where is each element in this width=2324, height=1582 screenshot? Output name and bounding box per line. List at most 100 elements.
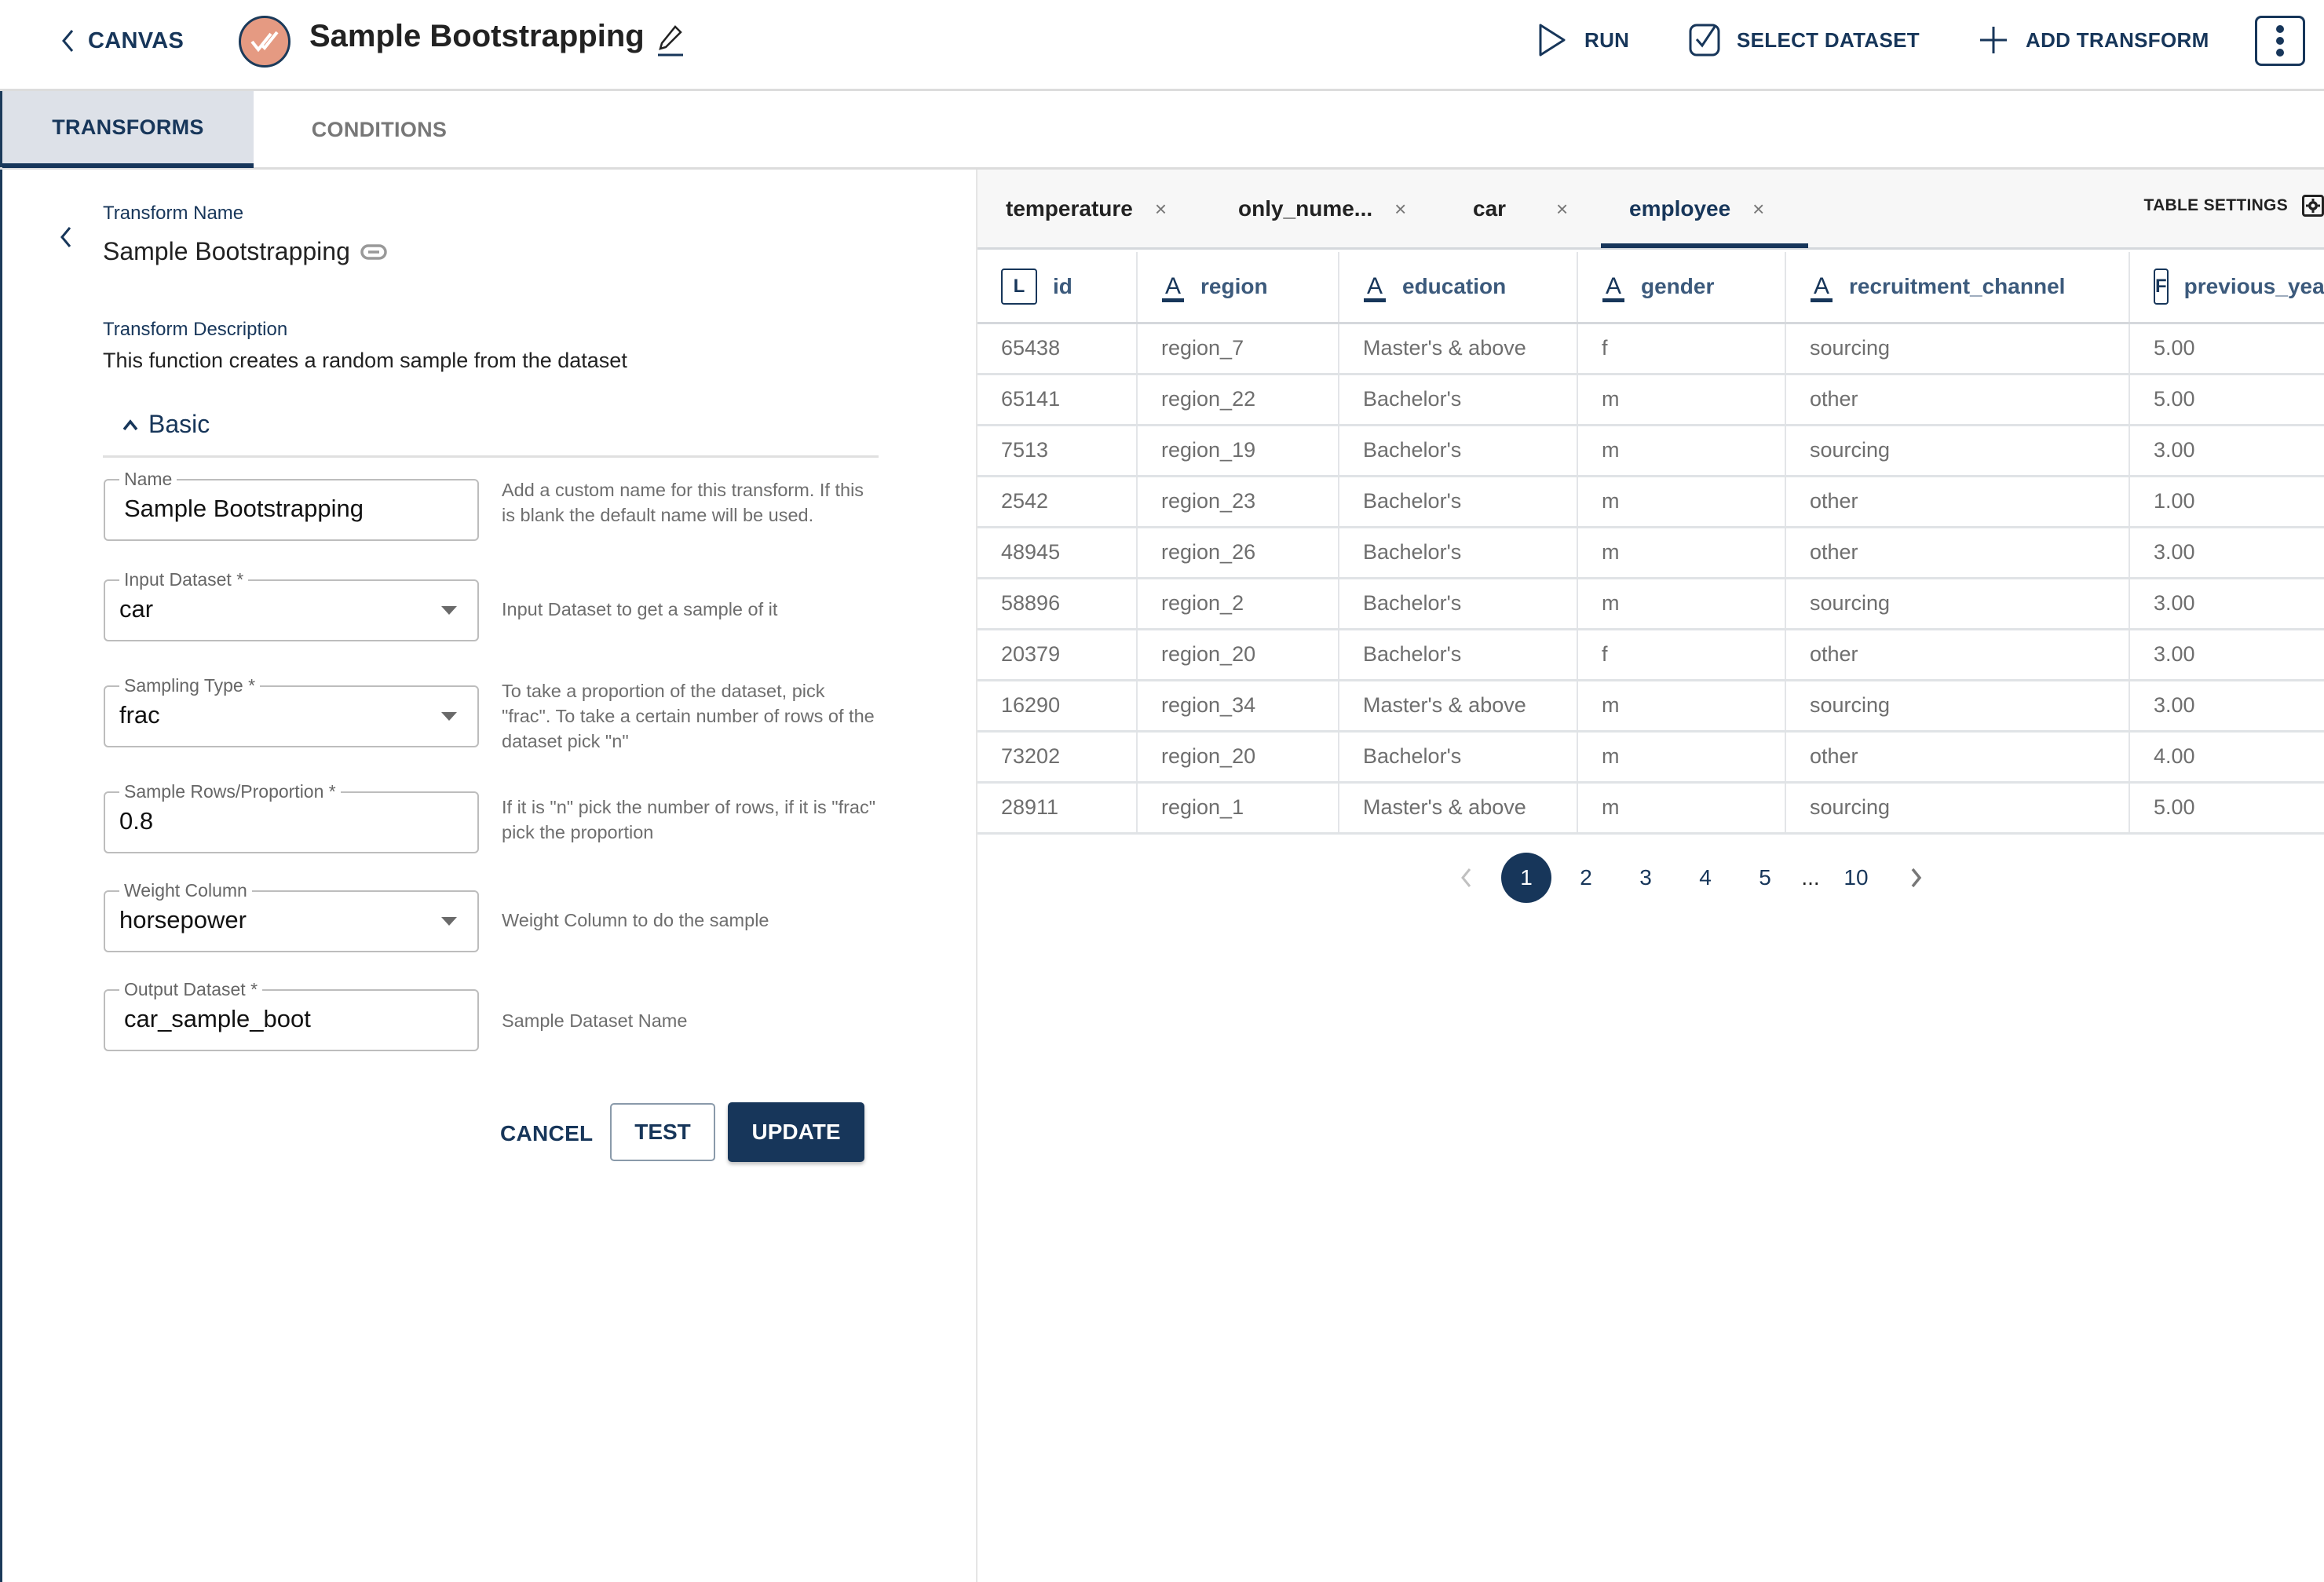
table-cell: m xyxy=(1577,578,1786,630)
table-cell: Bachelor's xyxy=(1339,578,1578,630)
tab-conditions[interactable]: CONDITIONS xyxy=(254,91,505,168)
output-dataset-label: Output Dataset * xyxy=(119,979,263,999)
weight-column-help: Weight Column to do the sample xyxy=(502,910,769,930)
page-button-3[interactable]: 3 xyxy=(1616,853,1675,903)
column-header-education[interactable]: Aeducation xyxy=(1339,252,1578,324)
table-cell: sourcing xyxy=(1785,323,2130,375)
dataset-tabs: temperature × only_nume... × car × emplo… xyxy=(977,170,2324,250)
table-cell: 28911 xyxy=(977,782,1138,835)
name-field-label: Name xyxy=(119,469,177,489)
weight-column-select[interactable]: Weight Column horsepower xyxy=(104,880,479,952)
column-header-recruitment-channel[interactable]: Arecruitment_channel xyxy=(1785,252,2130,324)
sampling-type-select[interactable]: Sampling Type * frac xyxy=(104,675,479,747)
next-page-button[interactable] xyxy=(1886,853,1946,903)
column-header-previous-year-rating[interactable]: Fprevious_year_rating xyxy=(2129,252,2324,324)
basic-section-label: Basic xyxy=(148,410,210,438)
sample-proportion-input[interactable] xyxy=(119,807,433,835)
table-header-row: Lid Aregion Aeducation Agender Arecruitm… xyxy=(977,252,2324,324)
table-cell: Master's & above xyxy=(1339,782,1578,835)
dropdown-caret-icon xyxy=(441,917,457,926)
page-button-5[interactable]: 5 xyxy=(1735,853,1795,903)
table-row[interactable]: 58896 region_2 Bachelor's m sourcing 3.00 xyxy=(977,578,2324,630)
table-cell: 58896 xyxy=(977,578,1138,630)
page-button-10[interactable]: 10 xyxy=(1826,853,1886,903)
table-row[interactable]: 48945 region_26 Bachelor's m other 3.00 xyxy=(977,527,2324,579)
table-cell: 4.00 xyxy=(2129,731,2324,784)
table-cell: m xyxy=(1577,731,1786,784)
name-input[interactable] xyxy=(124,495,438,523)
table-row[interactable]: 73202 region_20 Bachelor's m other 4.00 xyxy=(977,731,2324,784)
weight-column-label: Weight Column xyxy=(119,880,252,901)
table-settings-label: TABLE SETTINGS xyxy=(2143,196,2288,214)
sampling-type-value: frac xyxy=(119,701,160,729)
transform-logo xyxy=(239,16,290,68)
close-icon[interactable]: × xyxy=(1394,197,1406,221)
test-button[interactable]: TEST xyxy=(610,1103,715,1161)
table-cell: 3.00 xyxy=(2129,425,2324,477)
page-button-2[interactable]: 2 xyxy=(1556,853,1616,903)
table-row[interactable]: 65141 region_22 Bachelor's m other 5.00 xyxy=(977,374,2324,426)
table-row[interactable]: 28911 region_1 Master's & above m sourcing 5.… xyxy=(977,782,2324,835)
table-cell: 16290 xyxy=(977,680,1138,733)
table-row[interactable]: 65438 region_7 Master's & above f sourcing 5.… xyxy=(977,323,2324,375)
table-settings-button[interactable]: TABLE SETTINGS xyxy=(2144,195,2324,217)
chevron-up-icon xyxy=(122,418,138,430)
back-to-canvas-label: CANVAS xyxy=(88,27,185,53)
table-cell: region_20 xyxy=(1137,629,1339,681)
table-cell: f xyxy=(1577,323,1786,375)
table-cell: f xyxy=(1577,629,1786,681)
basic-section-toggle[interactable]: Basic xyxy=(122,410,210,439)
tab-transforms[interactable]: TRANSFORMS xyxy=(2,91,254,168)
table-cell: m xyxy=(1577,374,1786,426)
update-button[interactable]: UPDATE xyxy=(728,1102,864,1162)
sample-proportion-label: Sample Rows/Proportion * xyxy=(119,781,341,802)
chevron-left-icon[interactable] xyxy=(57,223,75,251)
pencil-icon[interactable] xyxy=(655,22,686,60)
table-cell: 73202 xyxy=(977,731,1138,784)
table-cell: 3.00 xyxy=(2129,527,2324,579)
table-cell: other xyxy=(1785,731,2130,784)
top-bar: CANVAS Sample Bootstrapping RUN SELECT D… xyxy=(0,0,2324,91)
name-field[interactable]: Name xyxy=(104,469,479,541)
table-cell: sourcing xyxy=(1785,578,2130,630)
sample-proportion-field[interactable]: Sample Rows/Proportion * xyxy=(104,781,479,853)
gear-icon xyxy=(2302,195,2324,217)
table-row[interactable]: 20379 region_20 Bachelor's f other 3.00 xyxy=(977,629,2324,681)
output-dataset-field[interactable]: Output Dataset * xyxy=(104,979,479,1051)
cancel-button[interactable]: CANCEL xyxy=(488,1105,605,1162)
output-dataset-input[interactable] xyxy=(124,1005,438,1033)
more-options-button[interactable] xyxy=(2255,16,2305,66)
page-button-4[interactable]: 4 xyxy=(1675,853,1735,903)
table-cell: 3.00 xyxy=(2129,680,2324,733)
close-icon[interactable]: × xyxy=(1752,197,1764,221)
input-dataset-select[interactable]: Input Dataset * car xyxy=(104,569,479,641)
table-cell: region_7 xyxy=(1137,323,1339,375)
dataset-tab-employee[interactable]: employee × xyxy=(1600,170,1809,248)
run-button[interactable]: RUN xyxy=(1536,22,1629,58)
column-header-gender[interactable]: Agender xyxy=(1577,252,1786,324)
dataset-tab-only-numeric[interactable]: only_nume... × xyxy=(1238,170,1406,248)
chevron-left-icon xyxy=(62,30,74,52)
page-button-1[interactable]: 1 xyxy=(1501,853,1551,903)
column-header-region[interactable]: Aregion xyxy=(1137,252,1339,324)
close-icon[interactable]: × xyxy=(1155,197,1167,221)
table-cell: region_34 xyxy=(1137,680,1339,733)
dataset-tab-car[interactable]: car × xyxy=(1473,170,1568,248)
dataset-tab-temperature[interactable]: temperature × xyxy=(1006,170,1167,248)
type-string-icon: A xyxy=(1602,273,1625,303)
previous-page-button[interactable] xyxy=(1437,853,1496,903)
select-dataset-button[interactable]: SELECT DATASET xyxy=(1688,22,1920,58)
back-to-canvas-button[interactable]: CANVAS xyxy=(60,24,184,58)
table-row[interactable]: 16290 region_34 Master's & above m sourcing 3… xyxy=(977,680,2324,733)
column-header-id[interactable]: Lid xyxy=(977,252,1138,324)
dropdown-caret-icon xyxy=(441,712,457,721)
table-row[interactable]: 7513 region_19 Bachelor's m sourcing 3.00 xyxy=(977,425,2324,477)
table-row[interactable]: 2542 region_23 Bachelor's m other 1.00 xyxy=(977,476,2324,528)
add-transform-button[interactable]: ADD TRANSFORM xyxy=(1977,22,2209,58)
link-icon[interactable] xyxy=(360,243,388,261)
checkbox-icon xyxy=(1689,24,1720,57)
close-icon[interactable]: × xyxy=(1556,197,1568,221)
table-cell: region_19 xyxy=(1137,425,1339,477)
pagination: 1 2 3 4 5 ... 10 xyxy=(1437,853,1946,903)
table-cell: region_20 xyxy=(1137,731,1339,784)
